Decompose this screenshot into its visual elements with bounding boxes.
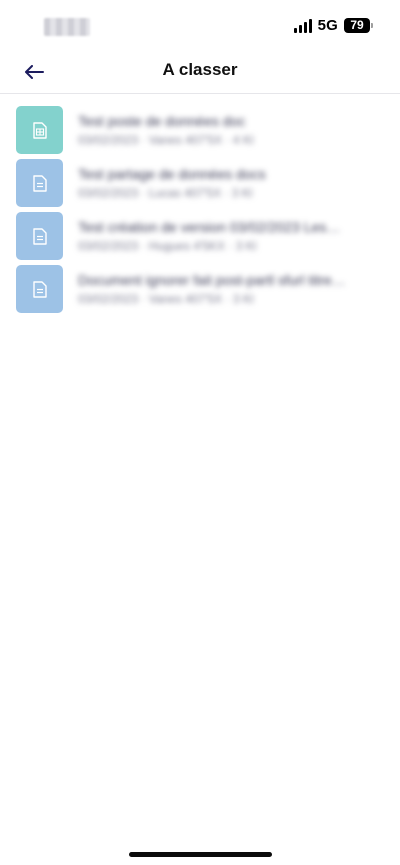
document-info: Test poste de données doc 03/02/2023 · V… [78, 112, 384, 148]
document-info: Test création de version 03/02/2023 Les…… [78, 218, 384, 254]
document-title: Document ignorer fait post-partl sfurl t… [78, 272, 346, 288]
document-meta: 03/02/2023 · Vanes 407'5X · 3 Kl [78, 292, 254, 306]
document-info: Test partage de données docs 03/02/2023 … [78, 165, 384, 201]
document-meta: 03/02/2023 · Vanes 407'5X · 4 Kl [78, 133, 254, 147]
home-indicator[interactable] [129, 852, 272, 857]
document-icon [32, 280, 47, 298]
battery-level: 79 [344, 18, 370, 33]
network-type: 5G [317, 17, 338, 34]
header: A classer [0, 52, 400, 94]
status-time-redacted [44, 18, 90, 36]
status-bar: 5G 79 [0, 0, 400, 52]
list-item[interactable]: Test poste de données doc 03/02/2023 · V… [0, 104, 400, 157]
document-thumbnail [16, 106, 63, 154]
battery-icon: 79 [344, 18, 373, 33]
document-meta: 03/02/2023 · Hugues 4'5KX · 3 Kl [78, 239, 257, 253]
screen: 5G 79 A classer Test poste de données do… [0, 0, 400, 865]
document-meta: 03/02/2023 · Lucas 407'5X · 3 Kl [78, 186, 253, 200]
spreadsheet-icon [32, 121, 47, 139]
document-title: Test partage de données docs [78, 166, 266, 182]
page-title: A classer [162, 60, 238, 79]
document-icon [32, 227, 47, 245]
document-thumbnail [16, 265, 63, 313]
document-thumbnail [16, 159, 63, 207]
document-list: Test poste de données doc 03/02/2023 · V… [0, 104, 400, 316]
document-title: Test poste de données doc [78, 113, 246, 129]
document-title: Test création de version 03/02/2023 Les… [78, 219, 341, 235]
document-thumbnail [16, 212, 63, 260]
list-item[interactable]: Document ignorer fait post-partl sfurl t… [0, 263, 400, 316]
list-item[interactable]: Test partage de données docs 03/02/2023 … [0, 157, 400, 210]
status-indicators: 5G 79 [293, 17, 373, 34]
list-item[interactable]: Test création de version 03/02/2023 Les…… [0, 210, 400, 263]
document-icon [32, 174, 47, 192]
signal-icon [293, 18, 312, 33]
document-info: Document ignorer fait post-partl sfurl t… [78, 271, 384, 307]
